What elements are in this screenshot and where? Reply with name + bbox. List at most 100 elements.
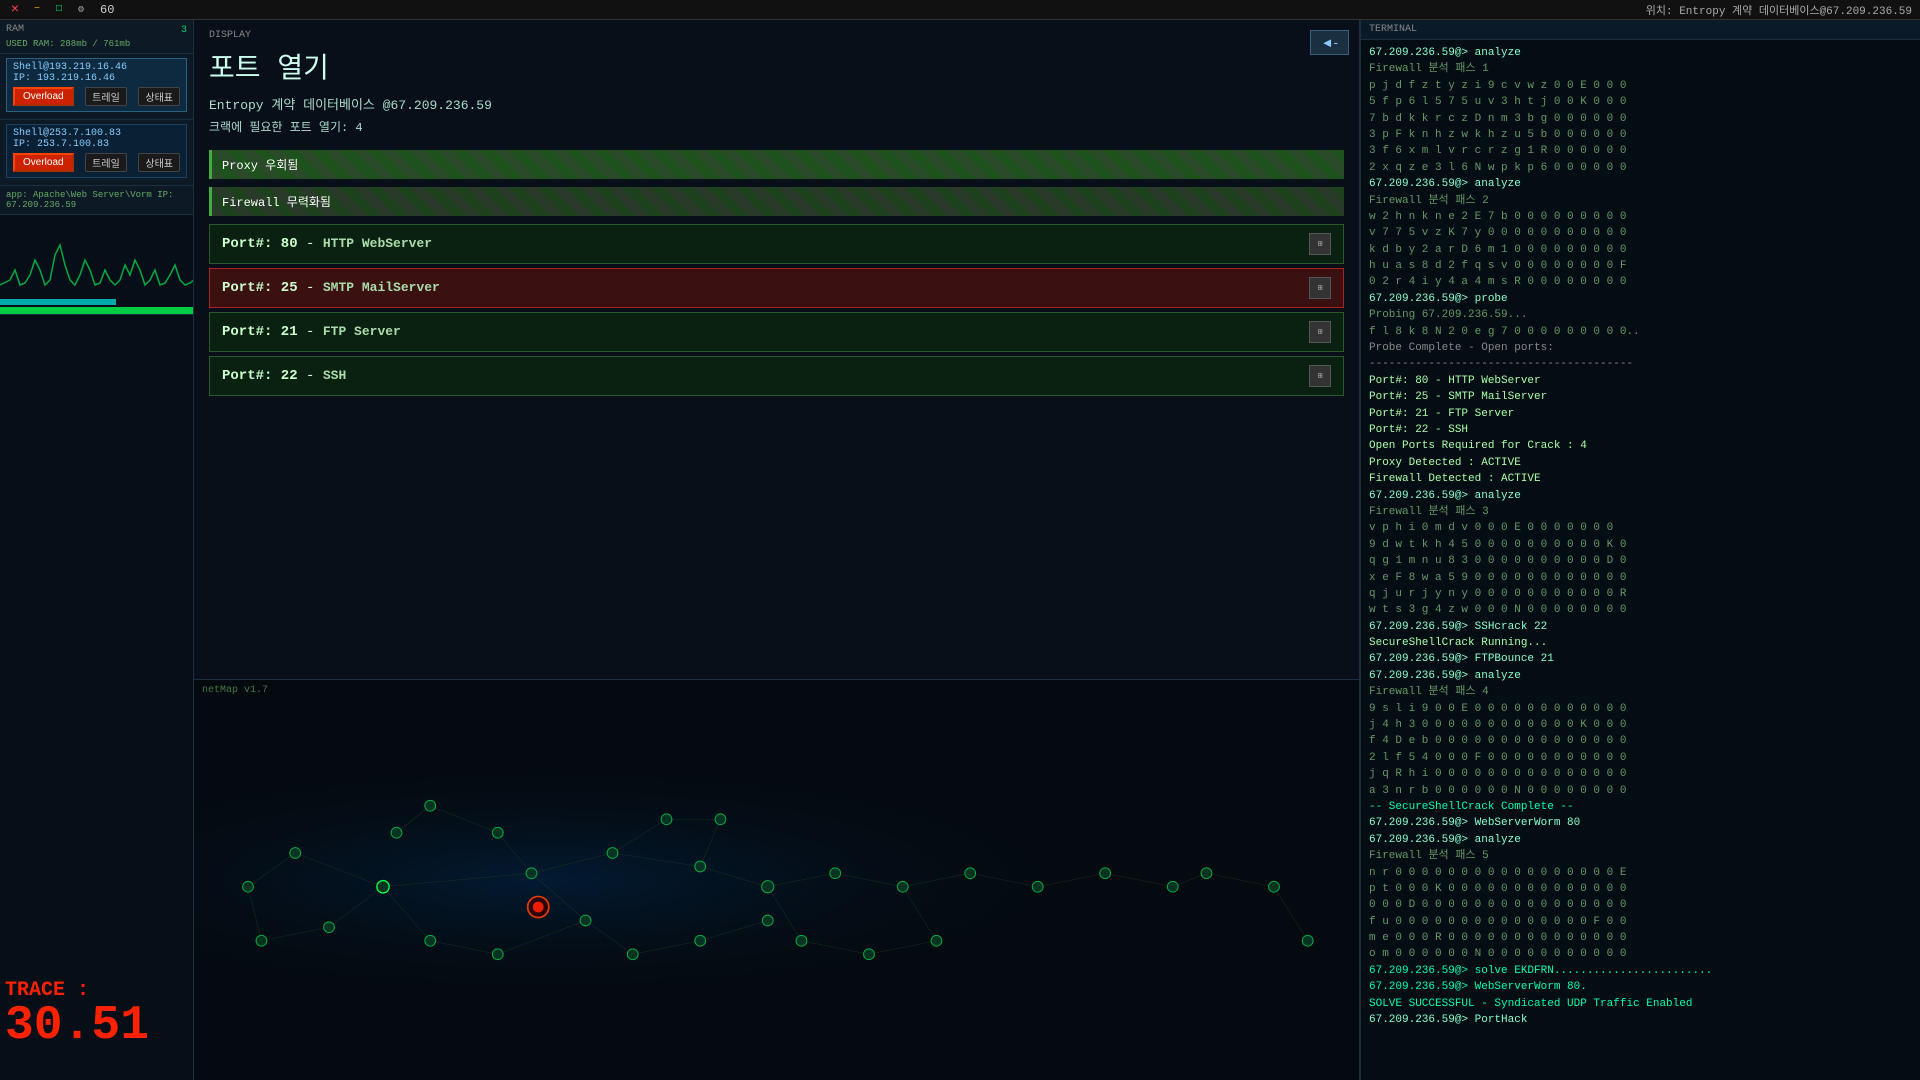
terminal-line: SecureShellCrack Running... [1369,636,1912,651]
port-entry-80[interactable]: Port#: 80 - HTTP WebServer ⊞ [209,224,1344,264]
port-name-22: Port#: 22 - SSH [222,368,346,384]
sidebar-bottom: TRACE : 30.51 [0,315,193,1080]
ram-number: 3 [181,25,187,36]
terminal-line: 9 d w t k h 4 5 0 0 0 0 0 0 0 0 0 0 K 0 [1369,538,1912,553]
terminal-line: 2 x q z e 3 l 6 N w p k p 6 0 0 0 0 0 0 [1369,161,1912,176]
main-layout: RAM 3 USED RAM: 288mb / 761mb Shell@193.… [0,20,1920,1080]
port-entry-22[interactable]: Port#: 22 - SSH ⊞ [209,356,1344,396]
terminal-line: Firewall 분석 패스 4 [1369,685,1912,700]
terminal-line: Firewall 분석 패스 2 [1369,194,1912,209]
terminal-line: 67.209.236.59@> WebServerWorm 80 [1369,816,1912,831]
proxy-section: Proxy 우회됨 [209,150,1344,179]
host1-row[interactable]: Shell@193.219.16.46 IP: 193.219.16.46 Ov… [6,58,187,112]
proxy-label: Proxy 우회됨 [209,150,1344,179]
map-section: netMap v1.7 [194,680,1359,1080]
terminal-line: 0 0 0 D 0 0 0 0 0 0 0 0 0 0 0 0 0 0 0 0 [1369,898,1912,913]
app-info-section: app: Apache\Web Server\Vorm IP: 67.209.2… [0,186,193,215]
terminal-line: 67.209.236.59@> analyze [1369,833,1912,848]
proxy-label-text: Proxy 우회됨 [222,159,298,173]
terminal-line: Port#: 25 - SMTP MailServer [1369,390,1912,405]
port-icon-22[interactable]: ⊞ [1309,365,1331,387]
display-section: DISPLAY 포트 열기 Entropy 계약 데이터베이스 @67.209.… [194,20,1359,680]
center-panel: DISPLAY 포트 열기 Entropy 계약 데이터베이스 @67.209.… [194,20,1360,1080]
terminal-line: Firewall 분석 패스 3 [1369,505,1912,520]
firewall-label-text: Firewall 무력화됨 [222,196,331,210]
top-bar-left: × − □ ⚙ 60 [8,3,114,17]
host1-section: Shell@193.219.16.46 IP: 193.219.16.46 Ov… [0,54,193,120]
port-list: Port#: 80 - HTTP WebServer ⊞ Port#: 25 -… [209,224,1344,396]
ram-used: USED RAM: 288mb / 761mb [6,39,187,49]
status-btn-2[interactable]: 상태표 [138,153,180,172]
terminal-line: Open Ports Required for Crack : 4 [1369,439,1912,454]
port-icon-80[interactable]: ⊞ [1309,233,1331,255]
port-title: 포트 열기 [209,46,1344,86]
host2-buttons: Overload 트레일 상태표 [13,153,180,172]
terminal-line: 0 2 r 4 i y 4 a 4 m s R 0 0 0 0 0 0 0 0 [1369,275,1912,290]
network-map-svg [194,680,1359,1080]
terminal-line: Firewall Detected : ACTIVE [1369,472,1912,487]
terminal-line: Probe Complete - Open ports: [1369,341,1912,356]
trace-display: TRACE : 30.51 [5,979,149,1050]
terminal-line: q j u r j y n y 0 0 0 0 0 0 0 0 0 0 0 R [1369,587,1912,602]
minimize-icon[interactable]: − [30,3,44,17]
terminal-line: o m 0 0 0 0 0 0 N 0 0 0 0 0 0 0 0 0 0 0 [1369,947,1912,962]
top-bar: × − □ ⚙ 60 위치: Entropy 계약 데이터베이스@67.209.… [0,0,1920,20]
waveform-area [0,215,194,315]
terminal-line: 2 l f 5 4 0 0 0 F 0 0 0 0 0 0 0 0 0 0 0 [1369,751,1912,766]
terminal-line: n r 0 0 0 0 0 0 0 0 0 0 0 0 0 0 0 0 0 E [1369,866,1912,881]
target-info: Entropy 계약 데이터베이스 @67.209.236.59 [209,94,1344,113]
terminal-line: a 3 n r b 0 0 0 0 0 0 N 0 0 0 0 0 0 0 0 [1369,784,1912,799]
terminal-line: 67.209.236.59@> analyze [1369,46,1912,61]
firewall-label: Firewall 무력화됨 [209,187,1344,216]
terminal-line: Port#: 21 - FTP Server [1369,407,1912,422]
terminal-line: q g 1 m n u 8 3 0 0 0 0 0 0 0 0 0 0 D 0 [1369,554,1912,569]
host2-row[interactable]: Shell@253.7.100.83 IP: 253.7.100.83 Over… [6,124,187,178]
terminal-line: k d b y 2 a r D 6 m 1 0 0 0 0 0 0 0 0 0 [1369,243,1912,258]
terminal-line: ---------------------------------------- [1369,357,1912,372]
terminal-line: p t 0 0 0 K 0 0 0 0 0 0 0 0 0 0 0 0 0 0 [1369,882,1912,897]
close-icon[interactable]: × [8,3,22,17]
top-counter: 60 [100,3,114,17]
terminal-line: 5 f p 6 l 5 7 5 u v 3 h t j 0 0 K 0 0 0 [1369,95,1912,110]
maximize-icon[interactable]: □ [52,3,66,17]
host1-buttons: Overload 트레일 상태표 [13,87,180,106]
terminal-line: w t s 3 g 4 z w 0 0 0 N 0 0 0 0 0 0 0 0 [1369,603,1912,618]
gear-icon[interactable]: ⚙ [74,3,88,17]
terminal-line: Port#: 22 - SSH [1369,423,1912,438]
terminal-line: f l 8 k 8 N 2 0 e g 7 0 0 0 0 0 0 0 0 0.… [1369,325,1912,340]
terminal-line: 9 s l i 9 0 0 E 0 0 0 0 0 0 0 0 0 0 0 0 [1369,702,1912,717]
terminal-line: j 4 h 3 0 0 0 0 0 0 0 0 0 0 0 0 K 0 0 0 [1369,718,1912,733]
terminal-line: p j d f z t y z i 9 c v w z 0 0 E 0 0 0 [1369,79,1912,94]
terminal-line: 67.209.236.59@> PortHack [1369,1013,1912,1028]
port-entry-25[interactable]: Port#: 25 - SMTP MailServer ⊞ [209,268,1344,308]
back-button[interactable]: ◄- [1310,30,1349,55]
map-label: netMap v1.7 [202,685,268,696]
overload-btn-1[interactable]: Overload [13,87,74,106]
status-btn-1[interactable]: 상태표 [138,87,180,106]
terminal-line: 67.209.236.59@> probe [1369,292,1912,307]
terminal-label: TERMINAL [1369,24,1417,35]
trace-btn-1[interactable]: 트레일 [85,87,127,106]
terminal-line: 67.209.236.59@> SSHcrack 22 [1369,620,1912,635]
overload-btn-2[interactable]: Overload [13,153,74,172]
top-bar-location: 위치: Entropy 계약 데이터베이스@67.209.236.59 [1646,2,1912,18]
terminal-line: v p h i 0 m d v 0 0 0 E 0 0 0 0 0 0 0 [1369,521,1912,536]
terminal-line: 67.209.236.59@> FTPBounce 21 [1369,652,1912,667]
terminal-line: 67.209.236.59@> analyze [1369,669,1912,684]
app-info: app: Apache\Web Server\Vorm IP: 67.209.2… [6,190,187,210]
terminal-line: Port#: 80 - HTTP WebServer [1369,374,1912,389]
terminal-line: j q R h i 0 0 0 0 0 0 0 0 0 0 0 0 0 0 0 [1369,767,1912,782]
port-entry-21[interactable]: Port#: 21 - FTP Server ⊞ [209,312,1344,352]
port-icon-25[interactable]: ⊞ [1309,277,1331,299]
waveform-svg [0,215,194,315]
trace-btn-2[interactable]: 트레일 [85,153,127,172]
host2-section: Shell@253.7.100.83 IP: 253.7.100.83 Over… [0,120,193,186]
ram-row: RAM 3 [6,24,187,37]
terminal-line: h u a s 8 d 2 f q s v 0 0 0 0 0 0 0 0 F [1369,259,1912,274]
display-label: DISPLAY [209,30,1344,41]
terminal-line: m e 0 0 0 R 0 0 0 0 0 0 0 0 0 0 0 0 0 0 [1369,931,1912,946]
port-icon-21[interactable]: ⊞ [1309,321,1331,343]
host2-ip: IP: 253.7.100.83 [13,139,180,150]
terminal-line: -- SecureShellCrack Complete -- [1369,800,1912,815]
terminal-body[interactable]: 67.209.236.59@> analyzeFirewall 분석 패스 1p… [1361,40,1920,1080]
